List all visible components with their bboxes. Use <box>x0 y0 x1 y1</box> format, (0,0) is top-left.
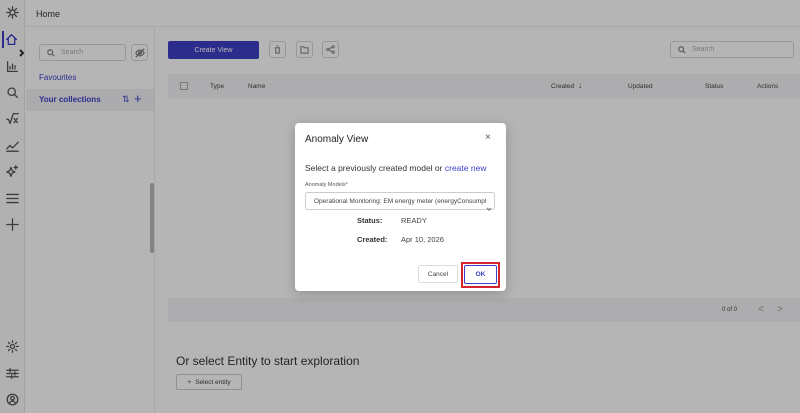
anomaly-view-dialog: Anomaly View × Select a previously creat… <box>295 123 506 291</box>
selected-model: Operational Monitoring: EM energy meter … <box>314 198 486 205</box>
dialog-title: Anomaly View <box>305 134 369 145</box>
status-label: Status: <box>357 216 383 225</box>
chevron-down-icon <box>486 199 492 212</box>
dialog-prompt: Select a previously created model or cre… <box>305 163 486 173</box>
cancel-button[interactable]: Cancel <box>418 265 458 283</box>
prompt-text: Select a previously created model or <box>305 163 443 173</box>
ok-button[interactable]: OK <box>464 265 497 284</box>
close-icon[interactable]: × <box>485 132 491 143</box>
create-new-link[interactable]: create new <box>445 163 487 173</box>
anomaly-models-label: Anomaly Models* <box>305 182 348 188</box>
status-value: READY <box>401 216 427 225</box>
created-label: Created: <box>357 235 388 244</box>
anomaly-models-select[interactable]: Operational Monitoring: EM energy meter … <box>305 192 495 212</box>
created-value: Apr 10, 2026 <box>401 235 444 244</box>
